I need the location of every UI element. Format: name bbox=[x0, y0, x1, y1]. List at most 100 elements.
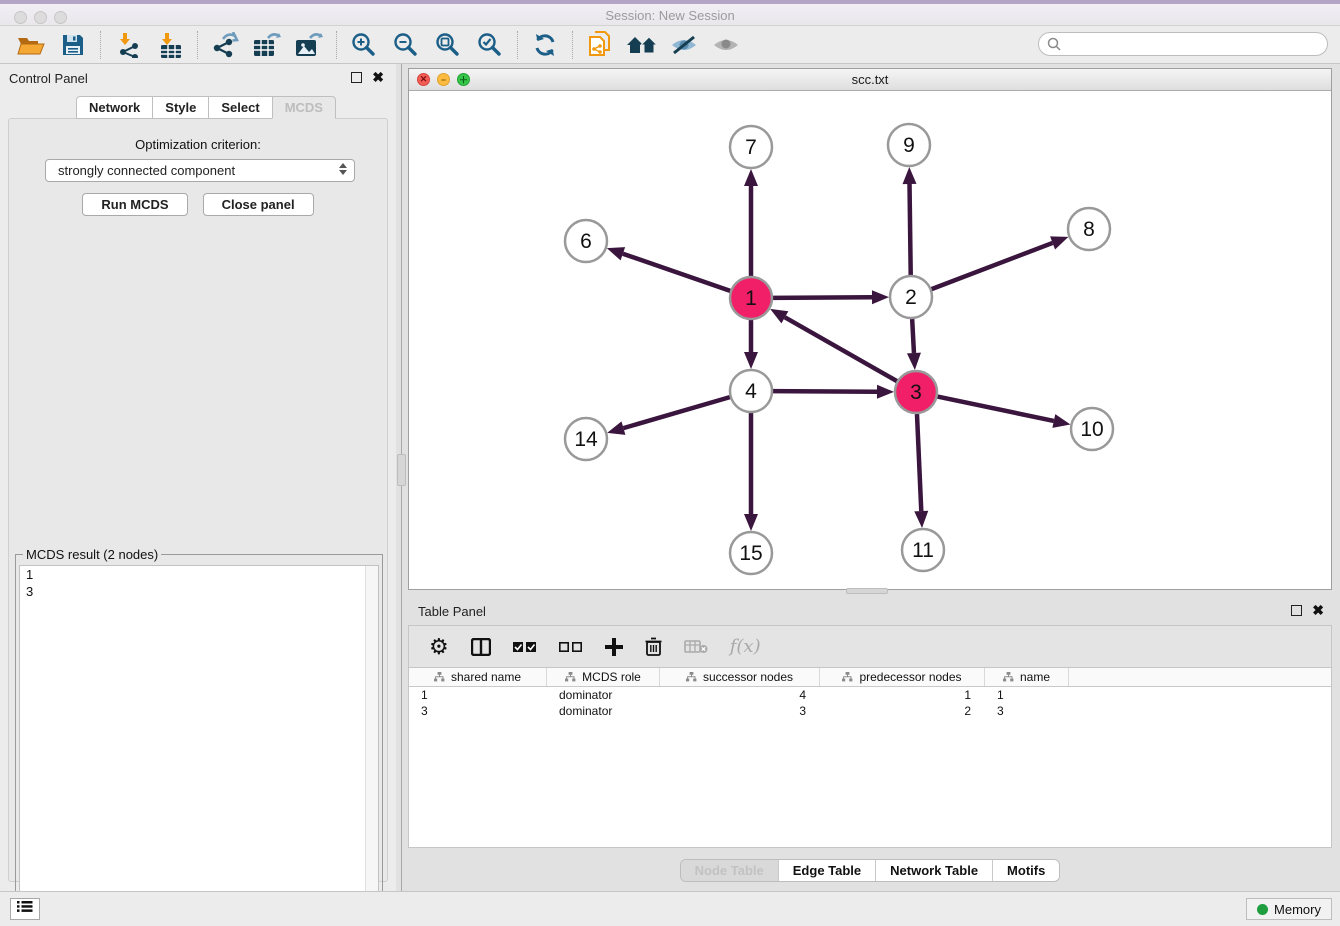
network-graph[interactable]: 7 9 6 8 1 2 4 3 14 10 15 11 bbox=[409, 91, 1331, 589]
export-image-icon[interactable] bbox=[292, 30, 326, 60]
mcds-result-list[interactable]: 13 bbox=[19, 565, 379, 925]
table-cell[interactable]: dominator bbox=[547, 703, 660, 719]
tab-node-table[interactable]: Node Table bbox=[681, 860, 779, 881]
graph-edge-3-10[interactable] bbox=[938, 397, 1071, 428]
column-header-name[interactable]: name bbox=[985, 668, 1069, 686]
network-document-icon[interactable] bbox=[583, 30, 617, 60]
list-icon bbox=[17, 900, 33, 918]
graph-edge-2-8[interactable] bbox=[932, 236, 1069, 289]
zoom-fit-icon[interactable] bbox=[431, 30, 465, 60]
show-columns-icon[interactable] bbox=[471, 638, 491, 656]
network-canvas[interactable]: 7 9 6 8 1 2 4 3 14 10 15 11 bbox=[409, 91, 1331, 589]
task-history-button[interactable] bbox=[10, 898, 40, 920]
zoom-out-icon[interactable] bbox=[389, 30, 423, 60]
deselect-all-icon[interactable] bbox=[559, 641, 583, 653]
optimization-criterion-select[interactable]: strongly connected component bbox=[45, 159, 355, 182]
table-panel: Table Panel ✖ ⚙ bbox=[408, 597, 1332, 891]
import-table-icon[interactable] bbox=[153, 30, 187, 60]
float-panel-icon[interactable] bbox=[351, 72, 362, 83]
table-settings-icon[interactable]: ⚙ bbox=[429, 636, 449, 658]
graph-node-8[interactable]: 8 bbox=[1068, 208, 1110, 250]
panel-splitter-horizontal[interactable] bbox=[846, 588, 888, 594]
graph-node-label: 3 bbox=[910, 381, 922, 404]
refresh-icon[interactable] bbox=[528, 30, 562, 60]
graph-edge-3-11[interactable] bbox=[914, 414, 928, 528]
table-row[interactable]: 1dominator411 bbox=[409, 687, 1331, 703]
mcds-result-item[interactable]: 1 bbox=[20, 566, 378, 583]
eye-show-icon[interactable] bbox=[709, 30, 743, 60]
close-table-panel-icon[interactable]: ✖ bbox=[1312, 602, 1324, 619]
export-network-icon[interactable] bbox=[208, 30, 242, 60]
graph-node-label: 15 bbox=[739, 542, 762, 565]
graph-node-2[interactable]: 2 bbox=[890, 276, 932, 318]
run-mcds-button[interactable]: Run MCDS bbox=[82, 193, 187, 216]
select-all-icon[interactable] bbox=[513, 641, 537, 653]
graph-node-14[interactable]: 14 bbox=[565, 418, 607, 460]
mcds-result-item[interactable]: 3 bbox=[20, 583, 378, 600]
close-panel-icon[interactable]: ✖ bbox=[372, 69, 384, 86]
column-header-predecessor-nodes[interactable]: predecessor nodes bbox=[820, 668, 985, 686]
graph-node-7[interactable]: 7 bbox=[730, 126, 772, 168]
selected-option: strongly connected component bbox=[58, 163, 235, 178]
graph-edge-1-4[interactable] bbox=[744, 320, 758, 369]
delete-table-icon bbox=[684, 639, 708, 654]
table-cell[interactable]: 1 bbox=[820, 687, 985, 703]
graph-edge-4-14[interactable] bbox=[607, 397, 730, 435]
graph-node-11[interactable]: 11 bbox=[902, 529, 944, 571]
table-row[interactable]: 3dominator323 bbox=[409, 703, 1331, 719]
chevron-updown-icon bbox=[339, 163, 347, 175]
table-cell[interactable]: 3 bbox=[660, 703, 820, 719]
table-cell[interactable]: 3 bbox=[985, 703, 1069, 719]
tab-style[interactable]: Style bbox=[152, 96, 208, 119]
column-header-successor-nodes[interactable]: successor nodes bbox=[660, 668, 820, 686]
table-cell[interactable]: dominator bbox=[547, 687, 660, 703]
mcds-result-scrollbar[interactable] bbox=[365, 566, 378, 924]
graph-node-1[interactable]: 1 bbox=[730, 277, 772, 319]
graph-edge-3-1[interactable] bbox=[770, 309, 897, 381]
eye-hide-icon[interactable] bbox=[667, 30, 701, 60]
tab-network-table[interactable]: Network Table bbox=[876, 860, 993, 881]
close-panel-button[interactable]: Close panel bbox=[203, 193, 314, 216]
graph-edge-4-3[interactable] bbox=[773, 385, 894, 399]
graph-node-10[interactable]: 10 bbox=[1071, 408, 1113, 450]
tab-edge-table[interactable]: Edge Table bbox=[779, 860, 876, 881]
panel-splitter-vertical[interactable] bbox=[396, 64, 408, 891]
float-table-panel-icon[interactable] bbox=[1291, 605, 1302, 616]
tab-network[interactable]: Network bbox=[76, 96, 152, 119]
graph-node-3[interactable]: 3 bbox=[895, 371, 937, 413]
graph-edge-1-2[interactable] bbox=[773, 290, 889, 304]
tab-motifs[interactable]: Motifs bbox=[993, 860, 1059, 881]
home-icon[interactable] bbox=[625, 30, 659, 60]
table-cell[interactable]: 4 bbox=[660, 687, 820, 703]
search-input[interactable] bbox=[1038, 32, 1328, 56]
table-cell[interactable]: 2 bbox=[820, 703, 985, 719]
graph-edge-4-15[interactable] bbox=[744, 413, 758, 531]
export-table-icon[interactable] bbox=[250, 30, 284, 60]
table-cell[interactable]: 1 bbox=[985, 687, 1069, 703]
zoom-selected-icon[interactable] bbox=[473, 30, 507, 60]
open-file-icon[interactable] bbox=[14, 30, 48, 60]
splitter-handle[interactable] bbox=[397, 454, 406, 486]
graph-node-6[interactable]: 6 bbox=[565, 220, 607, 262]
tab-select[interactable]: Select bbox=[208, 96, 271, 119]
add-column-icon[interactable] bbox=[605, 638, 623, 656]
tab-mcds[interactable]: MCDS bbox=[272, 96, 336, 119]
table-cell[interactable]: 1 bbox=[409, 687, 547, 703]
save-icon[interactable] bbox=[56, 30, 90, 60]
table-cell[interactable]: 3 bbox=[409, 703, 547, 719]
graph-node-4[interactable]: 4 bbox=[730, 370, 772, 412]
import-network-icon[interactable] bbox=[111, 30, 145, 60]
graph-node-15[interactable]: 15 bbox=[730, 532, 772, 574]
graph-edge-2-3[interactable] bbox=[907, 319, 921, 370]
zoom-in-icon[interactable] bbox=[347, 30, 381, 60]
graph-node-label: 4 bbox=[745, 380, 757, 403]
graph-edge-2-9[interactable] bbox=[903, 167, 917, 275]
memory-button[interactable]: Memory bbox=[1246, 898, 1332, 920]
graph-edge-1-7[interactable] bbox=[744, 169, 758, 276]
graph-edge-1-6[interactable] bbox=[607, 247, 730, 291]
network-window-titlebar[interactable]: ✕ − ＋ scc.txt bbox=[409, 69, 1331, 91]
delete-column-icon[interactable] bbox=[645, 637, 662, 656]
column-header-MCDS-role[interactable]: MCDS role bbox=[547, 668, 660, 686]
graph-node-9[interactable]: 9 bbox=[888, 124, 930, 166]
column-header-shared-name[interactable]: shared name bbox=[409, 668, 547, 686]
